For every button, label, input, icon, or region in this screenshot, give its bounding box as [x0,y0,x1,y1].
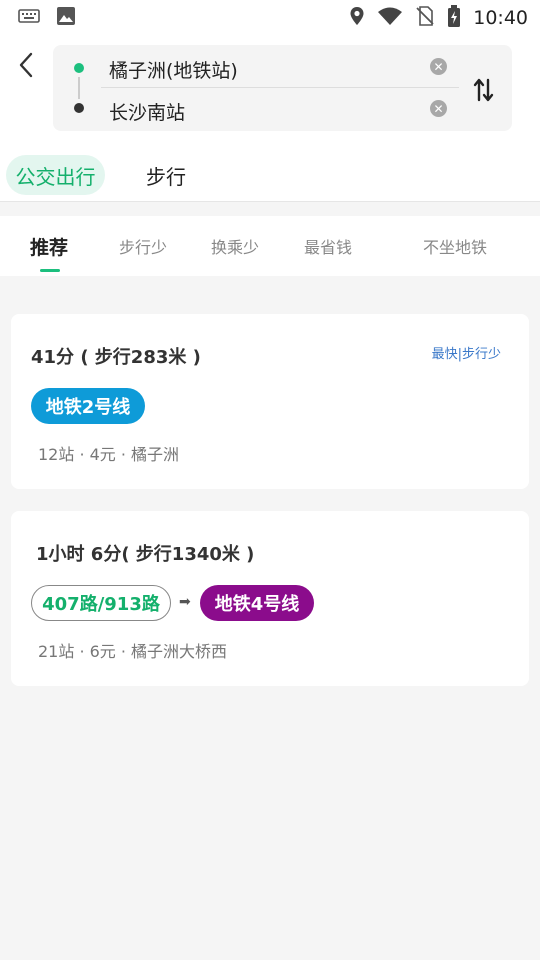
line-badge-subway-4: 地铁4号线 [200,585,314,621]
swap-icon [473,78,494,102]
location-icon [349,6,365,30]
travel-mode-tabs: 公交出行 步行 [0,154,540,202]
filter-label: 推荐 [30,236,69,259]
clear-destination-icon[interactable]: ✕ [430,100,447,117]
route-connector [78,77,80,99]
input-divider [101,87,459,88]
route-tag: 最快|步行少 [431,347,501,362]
filter-label: 步行少 [119,238,168,257]
filter-less-walking[interactable]: 步行少 [119,216,167,276]
swap-route-button[interactable] [470,76,498,104]
chevron-left-icon [19,52,33,78]
clock-time: 10:40 [473,7,528,29]
route-header: 橘子洲(地铁站) 长沙南站 ✕ ✕ 公交出行 步行 [0,36,540,202]
sort-filter-bar: 推荐 步行少 换乘少 最省钱 不坐地铁 [0,216,540,276]
clear-origin-icon[interactable]: ✕ [430,58,447,75]
no-sim-icon [415,6,435,30]
end-dot-icon [74,103,84,113]
wifi-icon [377,6,403,30]
header-divider [0,201,540,202]
active-underline [40,269,60,272]
route-meta: 21站 · 6元 · 橘子洲大桥西 [38,642,228,661]
image-icon [56,6,76,30]
route-meta: 12站 · 4元 · 橘子洲 [38,445,180,464]
filter-fewer-transfers[interactable]: 换乘少 [211,216,259,276]
battery-charging-icon [447,5,461,31]
filter-label: 不坐地铁 [423,238,488,257]
tab-walk[interactable]: 步行 [124,155,208,195]
filter-label: 换乘少 [211,238,260,257]
route-duration: 1小时 6分( 步行1340米 ) [36,544,255,565]
line-badge-subway-2: 地铁2号线 [31,388,145,424]
filter-recommended[interactable]: 推荐 [30,216,68,276]
filter-label: 最省钱 [304,238,353,257]
origin-input[interactable]: 橘子洲(地铁站) [109,56,409,83]
route-duration: 41分 ( 步行283米 ) [31,347,201,368]
start-dot-icon [74,63,84,73]
back-button[interactable] [14,50,38,80]
keyboard-icon [18,8,40,28]
status-bar: 10:40 [0,0,540,36]
route-result-card[interactable]: 41分 ( 步行283米 ) 最快|步行少 地铁2号线 12站 · 4元 · 橘… [11,314,529,489]
route-input-box: 橘子洲(地铁站) 长沙南站 ✕ ✕ [53,45,512,131]
route-result-card[interactable]: 1小时 6分( 步行1340米 ) 407路/913路 ➡ 地铁4号线 21站 … [11,511,529,686]
line-badge-bus: 407路/913路 [31,585,171,621]
destination-input[interactable]: 长沙南站 [109,98,409,125]
filter-cheapest[interactable]: 最省钱 [304,216,352,276]
tab-transit[interactable]: 公交出行 [6,155,105,195]
arrow-right-icon: ➡ [179,594,191,610]
filter-no-subway[interactable]: 不坐地铁 [423,216,487,276]
